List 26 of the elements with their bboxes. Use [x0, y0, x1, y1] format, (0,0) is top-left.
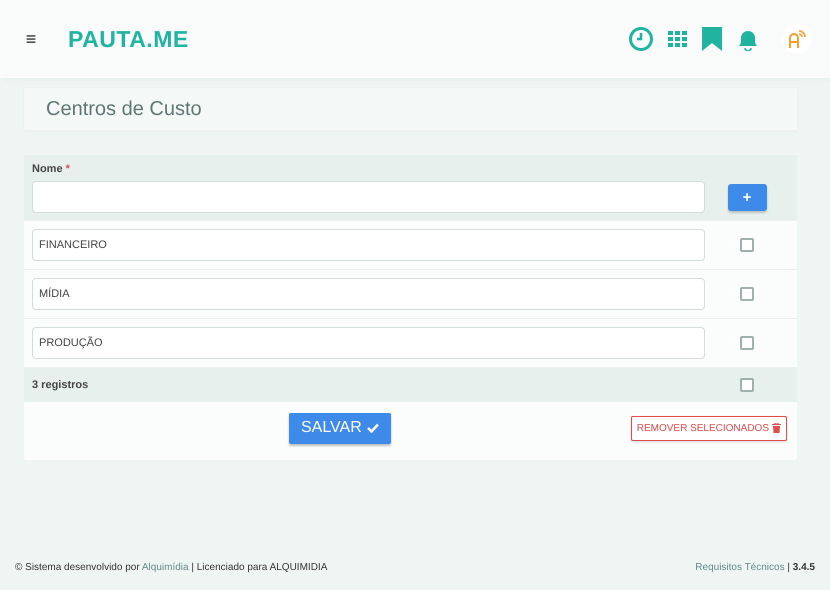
clock-icon[interactable] — [628, 26, 654, 52]
checkbox[interactable] — [740, 336, 754, 350]
requirements-link[interactable]: Requisitos Técnicos — [695, 562, 785, 573]
record-count: 3 registros — [32, 379, 90, 391]
menu-button[interactable]: ≡ — [22, 28, 40, 50]
name-input[interactable] — [32, 181, 705, 213]
copyright-text: © Sistema desenvolvido por Alquimídia | Licenciado para ALQUIMIDIA — [15, 562, 328, 573]
field-label: Nome * — [32, 163, 71, 175]
input-field[interactable]: MÍDIA — [32, 278, 705, 310]
check-icon — [366, 423, 379, 433]
remove-button[interactable]: REMOVER SELECIONADOS — [630, 416, 787, 440]
version-text: Requisitos Técnicos | 3.4.5 — [695, 562, 815, 573]
grid-icon[interactable] — [668, 31, 688, 47]
bookmark-icon[interactable] — [702, 27, 722, 51]
checkbox[interactable] — [740, 378, 754, 392]
checkbox[interactable] — [740, 238, 754, 252]
input-field[interactable]: PRODUÇÃO — [32, 327, 705, 359]
company-link[interactable]: Alquimídia — [142, 562, 189, 573]
page-title: Centros de Custo — [46, 98, 202, 120]
input-field[interactable]: FINANCEIRO — [32, 229, 705, 261]
checkbox[interactable] — [740, 287, 754, 301]
logo: PAUTA.ME — [68, 26, 189, 52]
save-button[interactable]: SALVAR — [289, 412, 391, 444]
avatar-icon[interactable] — [788, 29, 806, 49]
trash-icon — [772, 423, 781, 433]
add-button[interactable]: + — [728, 184, 766, 210]
